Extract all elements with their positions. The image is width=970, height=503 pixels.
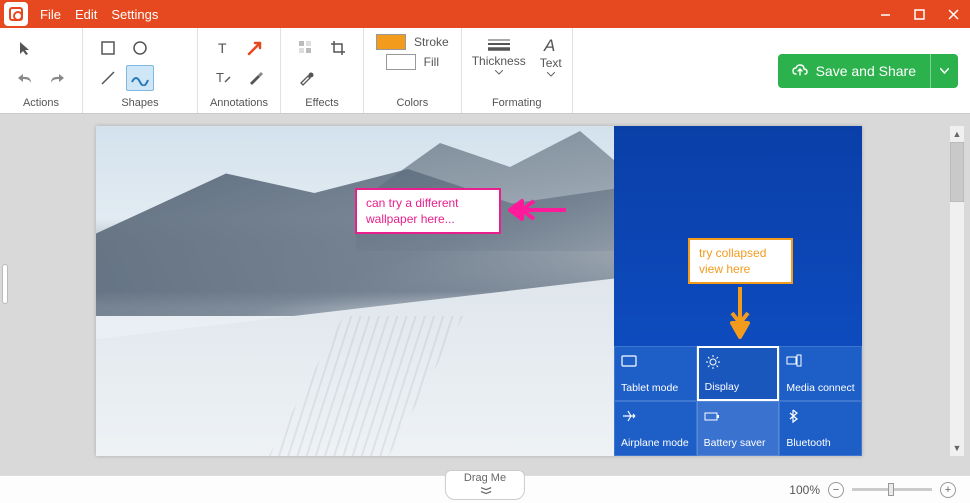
text-tool[interactable]: T bbox=[209, 35, 237, 61]
svg-text:T: T bbox=[216, 70, 224, 85]
thickness-dropdown[interactable]: Thickness bbox=[472, 36, 526, 75]
zoom-in-button[interactable]: + bbox=[940, 482, 956, 498]
tile-battery-saver[interactable]: Battery saver bbox=[697, 401, 780, 456]
cloud-upload-icon bbox=[792, 63, 808, 79]
group-colors: Stroke Fill Colors bbox=[364, 28, 462, 113]
scroll-thumb[interactable] bbox=[950, 142, 964, 202]
fill-label: Fill bbox=[424, 55, 439, 69]
scroll-up-icon[interactable]: ▲ bbox=[950, 126, 964, 142]
tile-tablet-mode[interactable]: Tablet mode bbox=[614, 346, 697, 401]
status-bar: Drag Me ❯❯ 100% − + bbox=[0, 475, 970, 503]
group-label-actions: Actions bbox=[23, 95, 59, 111]
group-actions: Actions bbox=[0, 28, 83, 113]
fill-swatch[interactable] bbox=[386, 54, 416, 70]
group-shapes: Shapes bbox=[83, 28, 198, 113]
tile-bluetooth[interactable]: Bluetooth bbox=[779, 401, 862, 456]
rectangle-tool[interactable] bbox=[94, 35, 122, 61]
group-label-effects: Effects bbox=[305, 95, 338, 111]
menu-edit[interactable]: Edit bbox=[75, 7, 97, 22]
annotation-arrow-pink[interactable] bbox=[508, 198, 568, 222]
text-format-dropdown[interactable]: A Text bbox=[540, 36, 562, 77]
group-effects: Effects bbox=[281, 28, 364, 113]
svg-text:A: A bbox=[543, 36, 555, 54]
group-label-colors: Colors bbox=[396, 95, 428, 111]
group-formating: Thickness A Text Formating bbox=[462, 28, 573, 113]
vertical-scrollbar[interactable]: ▲ ▼ bbox=[950, 126, 964, 456]
save-share-button[interactable]: Save and Share bbox=[778, 54, 958, 88]
pointer-tool[interactable] bbox=[11, 35, 39, 61]
stroke-label: Stroke bbox=[414, 35, 449, 49]
colorpicker-tool[interactable] bbox=[292, 65, 320, 91]
zoom-level: 100% bbox=[789, 483, 820, 497]
canvas[interactable]: Tablet modeDisplayMedia connect Airplane … bbox=[96, 126, 862, 456]
svg-text:T: T bbox=[218, 40, 227, 56]
left-drawer-handle[interactable] bbox=[2, 264, 8, 304]
annotation-callout-orange[interactable]: try collapsed view here bbox=[688, 238, 793, 284]
group-label-shapes: Shapes bbox=[121, 95, 158, 111]
tile-display[interactable]: Display bbox=[697, 346, 780, 401]
zoom-out-button[interactable]: − bbox=[828, 482, 844, 498]
scroll-down-icon[interactable]: ▼ bbox=[950, 440, 964, 456]
stroke-swatch[interactable] bbox=[376, 34, 406, 50]
menu-file[interactable]: File bbox=[40, 7, 61, 22]
group-label-formating: Formating bbox=[492, 95, 542, 111]
arrow-tool[interactable] bbox=[241, 35, 269, 61]
app-logo bbox=[4, 2, 28, 26]
minimize-button[interactable] bbox=[868, 0, 902, 28]
crop-tool[interactable] bbox=[324, 35, 352, 61]
group-annotations: T T Annotations bbox=[198, 28, 281, 113]
close-button[interactable] bbox=[936, 0, 970, 28]
drag-handle[interactable]: Drag Me ❯❯ bbox=[445, 470, 525, 500]
text-arrow-tool[interactable]: T bbox=[209, 65, 237, 91]
title-bar: File Edit Settings bbox=[0, 0, 970, 28]
workspace: Tablet modeDisplayMedia connect Airplane … bbox=[0, 114, 970, 475]
tile-media-connect[interactable]: Media connect bbox=[779, 346, 862, 401]
undo-button[interactable] bbox=[11, 65, 39, 91]
line-tool[interactable] bbox=[94, 65, 122, 91]
ribbon: Actions Shapes T T Annotations Effects bbox=[0, 28, 970, 114]
ellipse-tool[interactable] bbox=[126, 35, 154, 61]
freehand-tool[interactable] bbox=[126, 65, 154, 91]
annotation-callout-pink[interactable]: can try a different wallpaper here... bbox=[355, 188, 501, 234]
highlighter-tool[interactable] bbox=[241, 65, 269, 91]
zoom-slider[interactable] bbox=[852, 488, 932, 491]
blur-tool[interactable] bbox=[292, 35, 320, 61]
group-label-annotations: Annotations bbox=[210, 95, 268, 111]
save-dropdown[interactable] bbox=[930, 54, 958, 88]
maximize-button[interactable] bbox=[902, 0, 936, 28]
annotation-arrow-orange[interactable] bbox=[728, 285, 752, 339]
menu-settings[interactable]: Settings bbox=[111, 7, 158, 22]
redo-button[interactable] bbox=[43, 65, 71, 91]
chevron-down-icon: ❯❯ bbox=[480, 486, 490, 494]
tile-airplane-mode[interactable]: Airplane mode bbox=[614, 401, 697, 456]
